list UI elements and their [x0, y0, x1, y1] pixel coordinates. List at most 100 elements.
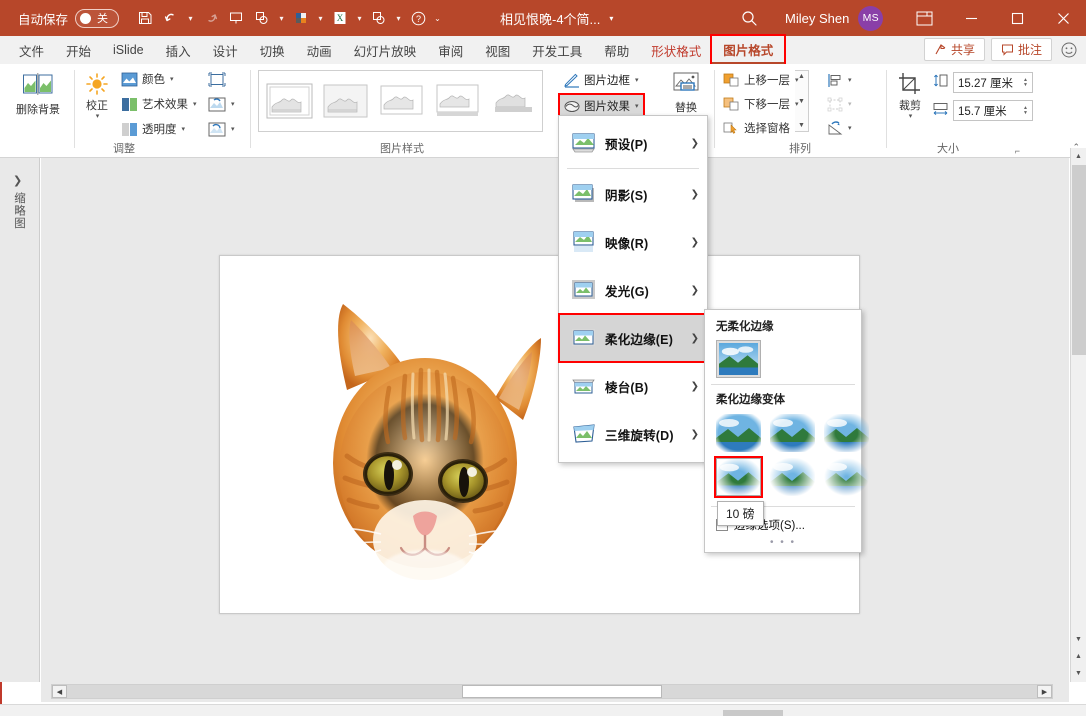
- redo-icon[interactable]: [198, 6, 222, 30]
- color-caret-icon[interactable]: ▾: [170, 75, 174, 83]
- share-button[interactable]: 共享: [923, 38, 985, 61]
- undo-icon[interactable]: [159, 6, 183, 30]
- undo-caret-icon[interactable]: ▾: [185, 6, 196, 30]
- tab-insert[interactable]: 插入: [155, 36, 202, 64]
- autosave-toggle[interactable]: 关: [75, 8, 120, 28]
- help-icon[interactable]: ?: [406, 6, 430, 30]
- shape-height-field[interactable]: 15.27 厘米 ▲ ▼: [932, 72, 1033, 93]
- vscroll-down-icon[interactable]: ▼: [1071, 631, 1086, 648]
- menu-item-bevel[interactable]: 棱台(B) ❯: [559, 362, 707, 410]
- picture-effects-caret-icon[interactable]: ▾: [635, 102, 639, 110]
- tab-picture-format[interactable]: 图片格式: [710, 34, 787, 66]
- close-button[interactable]: [1040, 0, 1086, 36]
- picture-style-item[interactable]: [375, 81, 427, 121]
- reset-picture-icon[interactable]: ▾: [205, 118, 238, 140]
- horizontal-scrollbar[interactable]: ◀ ▶: [51, 684, 1053, 699]
- reset-picture-caret-icon[interactable]: ▾: [231, 125, 235, 133]
- smiley-icon[interactable]: [1058, 39, 1080, 61]
- excel-caret-icon[interactable]: ▾: [354, 6, 365, 30]
- rotate-caret-icon[interactable]: ▾: [848, 124, 852, 132]
- compress-pictures-icon[interactable]: [205, 68, 229, 90]
- soft-edge-variant[interactable]: [770, 458, 815, 496]
- bring-forward-button[interactable]: 上移一层 ▾: [720, 69, 802, 91]
- tab-design[interactable]: 设计: [202, 36, 249, 64]
- status-bar-handle[interactable]: [723, 710, 783, 716]
- shape-height-value[interactable]: 15.27 厘米: [958, 75, 1013, 91]
- minimize-button[interactable]: [948, 0, 994, 36]
- color-palette-icon[interactable]: [289, 6, 313, 30]
- shape-width-value[interactable]: 15.7 厘米: [958, 103, 1007, 119]
- align-icon[interactable]: ▾: [824, 69, 855, 91]
- hscroll-right-icon[interactable]: ▶: [1037, 685, 1052, 698]
- menu-item-preset[interactable]: 预设(P) ❯: [559, 119, 707, 167]
- user-account[interactable]: Miley Shen MS: [785, 0, 884, 36]
- corrections-caret-icon[interactable]: ▾: [96, 112, 100, 120]
- send-backward-caret-icon[interactable]: ▾: [795, 100, 799, 108]
- soft-edges-submenu[interactable]: 无柔化边缘 柔化边缘变体 边缘选项(S)... 10 磅 • • •: [704, 309, 869, 553]
- soft-edge-none-option[interactable]: [716, 340, 761, 378]
- color-button[interactable]: 颜色 ▾: [118, 68, 177, 90]
- height-spinner[interactable]: ▲ ▼: [1023, 77, 1028, 88]
- previous-slide-icon[interactable]: ▲: [1071, 648, 1086, 665]
- menu-item-reflection[interactable]: 映像(R) ❯: [559, 218, 707, 266]
- vscroll-up-icon[interactable]: ▲: [1071, 148, 1086, 165]
- rotate-icon[interactable]: ▾: [824, 117, 855, 139]
- soft-edge-variant[interactable]: [824, 458, 869, 496]
- picture-effects-button[interactable]: 图片效果 ▾: [558, 93, 645, 119]
- transparency-caret-icon[interactable]: ▾: [182, 125, 186, 133]
- search-icon[interactable]: [737, 6, 761, 30]
- autosave-control[interactable]: 自动保存 关: [18, 8, 120, 28]
- change-picture-caret-icon[interactable]: ▾: [231, 100, 235, 108]
- tab-animations[interactable]: 动画: [296, 36, 343, 64]
- picture-style-item[interactable]: [319, 81, 371, 121]
- soft-edge-variant[interactable]: [716, 414, 761, 452]
- qat-more-icon[interactable]: ⌄: [432, 6, 443, 30]
- selection-pane-button[interactable]: 选择窗格: [720, 117, 793, 139]
- color-caret-icon[interactable]: ▾: [315, 6, 326, 30]
- change-picture-icon[interactable]: ▾: [205, 93, 238, 115]
- picture-border-button[interactable]: 图片边框 ▾: [560, 69, 643, 91]
- slide-workspace[interactable]: [41, 158, 1069, 682]
- hscroll-thumb[interactable]: [462, 685, 662, 698]
- start-presentation-icon[interactable]: [224, 6, 248, 30]
- avatar[interactable]: MS: [858, 5, 884, 31]
- merge-caret-icon[interactable]: ▾: [393, 6, 404, 30]
- ribbon-display-options-icon[interactable]: [912, 7, 936, 30]
- chevron-right-icon[interactable]: ❯: [13, 174, 22, 187]
- vscroll-thumb[interactable]: [1071, 165, 1086, 355]
- corrections-button[interactable]: 校正 ▾: [78, 68, 116, 138]
- title-caret-icon[interactable]: ▾: [609, 14, 613, 23]
- hscroll-left-icon[interactable]: ◀: [52, 685, 67, 698]
- next-slide-icon[interactable]: ▼: [1071, 665, 1086, 682]
- shape-merge-icon[interactable]: [367, 6, 391, 30]
- orange-cat-photo[interactable]: [285, 278, 555, 598]
- artistic-effects-button[interactable]: 艺术效果 ▾: [118, 93, 200, 115]
- picture-style-item[interactable]: [263, 81, 315, 121]
- shapes-icon[interactable]: [250, 6, 274, 30]
- tab-developer[interactable]: 开发工具: [521, 36, 593, 64]
- document-title-area[interactable]: 相见恨晚-4个简... ▾: [500, 0, 613, 36]
- send-backward-button[interactable]: 下移一层 ▾: [720, 93, 802, 115]
- bring-forward-caret-icon[interactable]: ▾: [795, 76, 799, 84]
- tab-home[interactable]: 开始: [55, 36, 102, 64]
- tab-help[interactable]: 帮助: [593, 36, 640, 64]
- crop-caret-icon[interactable]: ▾: [909, 112, 913, 120]
- tab-slideshow[interactable]: 幻灯片放映: [343, 36, 428, 64]
- maximize-button[interactable]: [994, 0, 1040, 36]
- menu-item-shadow[interactable]: 阴影(S) ❯: [559, 170, 707, 218]
- submenu-drag-dots[interactable]: • • •: [705, 537, 861, 552]
- width-spinner[interactable]: ▲ ▼: [1023, 105, 1028, 116]
- shapes-caret-icon[interactable]: ▾: [276, 6, 287, 30]
- tab-review[interactable]: 审阅: [427, 36, 474, 64]
- artistic-caret-icon[interactable]: ▾: [193, 100, 197, 108]
- picture-style-item[interactable]: [487, 81, 539, 121]
- soft-edge-variant-selected[interactable]: [714, 456, 763, 498]
- comments-button[interactable]: 批注: [990, 38, 1052, 61]
- picture-style-item[interactable]: [431, 81, 483, 121]
- menu-item-3d-rotation[interactable]: 三维旋转(D) ❯: [559, 410, 707, 458]
- shape-width-field[interactable]: 15.7 厘米 ▲ ▼: [932, 100, 1033, 121]
- size-dialog-launcher-icon[interactable]: ⌐: [1015, 146, 1020, 156]
- tab-shape-format[interactable]: 形状格式: [640, 36, 712, 64]
- tab-file[interactable]: 文件: [8, 36, 55, 64]
- vertical-scrollbar[interactable]: ▲ ▼ ▲ ▼: [1070, 148, 1086, 682]
